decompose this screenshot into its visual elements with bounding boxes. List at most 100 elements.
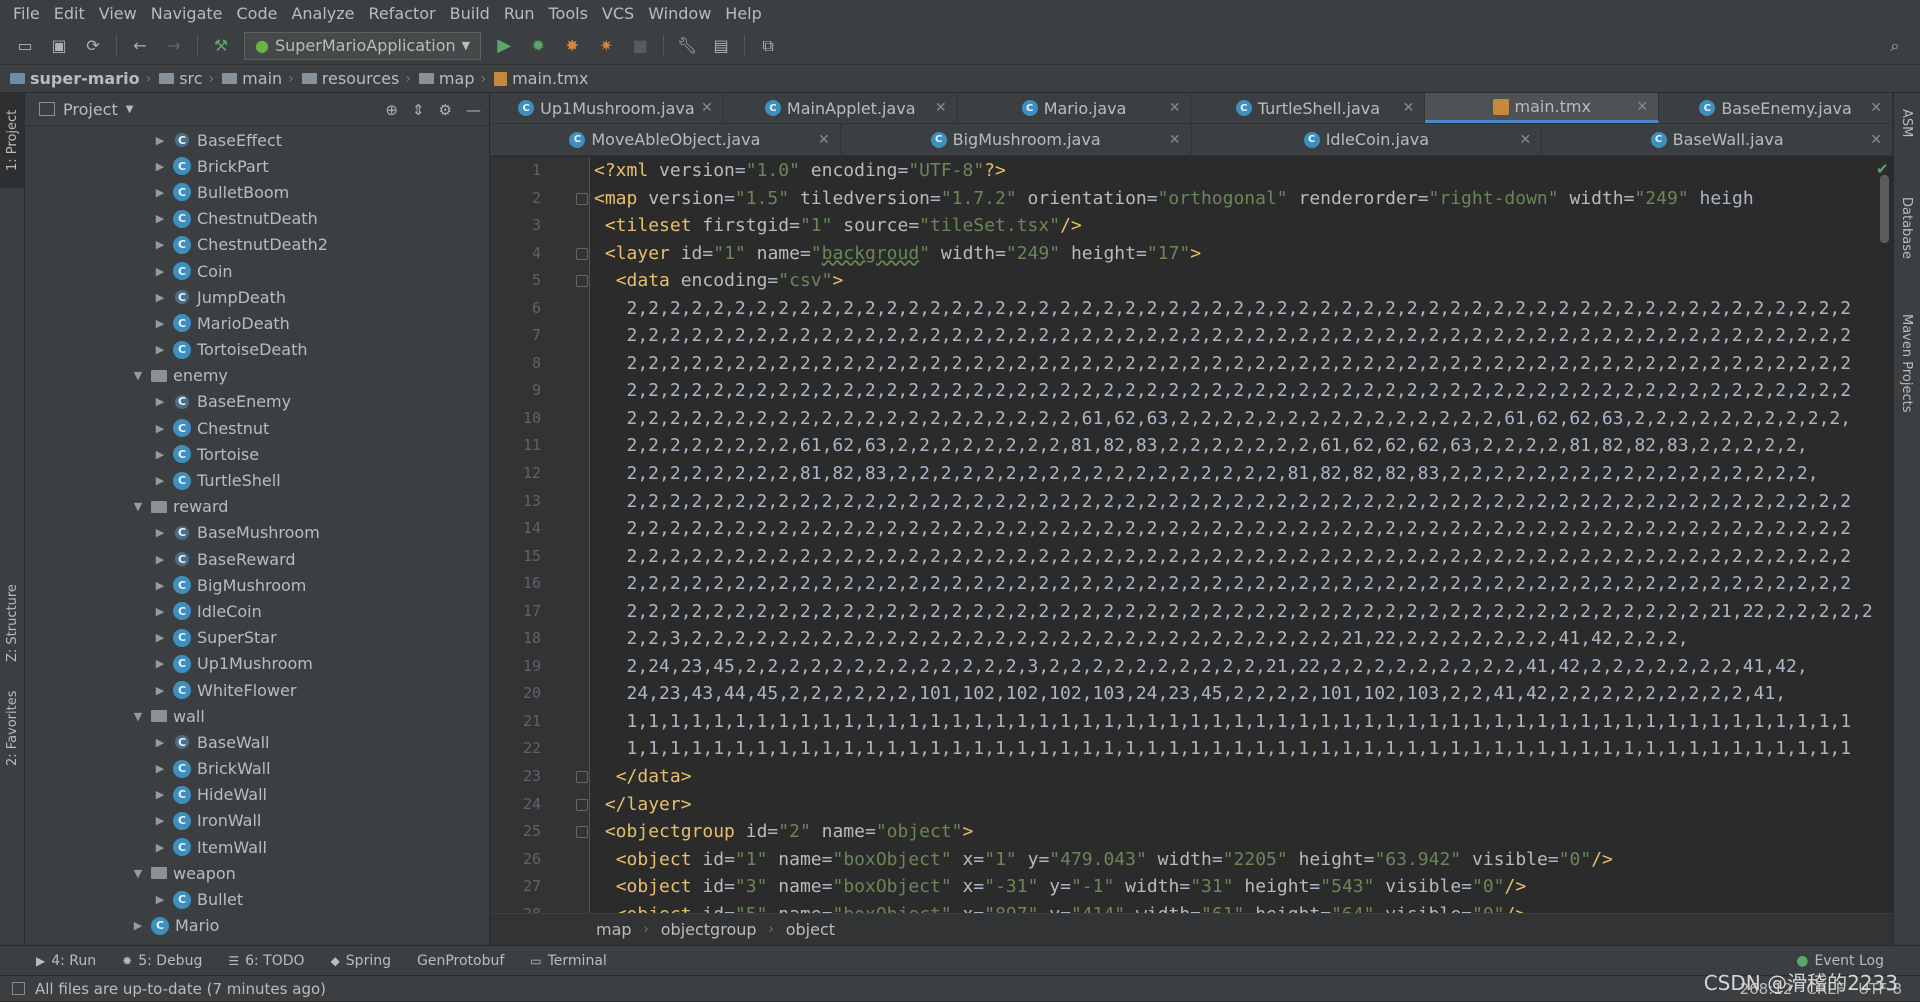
tree-class-node[interactable]: ▶ C IronWall xyxy=(25,808,480,834)
code-line[interactable]: <objectgroup id="2" name="object"> xyxy=(594,818,1892,846)
code-line[interactable]: 2,24,23,45,2,2,2,2,2,2,2,2,2,2,2,2,2,3,2… xyxy=(594,653,1892,681)
chevron-right-icon[interactable]: ▶ xyxy=(153,395,167,408)
close-icon[interactable]: ✕ xyxy=(1870,100,1882,116)
menu-build[interactable]: Build xyxy=(443,0,497,27)
tree-class-node[interactable]: ▶ C BigMushroom xyxy=(25,572,480,598)
close-icon[interactable]: ✕ xyxy=(1636,99,1648,115)
editor-tab[interactable]: C MoveAbleObject.java ✕ xyxy=(490,124,841,155)
close-icon[interactable]: ✕ xyxy=(1870,132,1882,148)
run-config-selector[interactable]: ● SuperMarioApplication ▼ xyxy=(244,31,482,60)
tool-window-tab[interactable]: ✹ 5: Debug xyxy=(122,953,202,969)
editor-tab[interactable]: main.tmx ✕ xyxy=(1425,93,1660,123)
sync-icon[interactable]: ⟳ xyxy=(80,33,106,59)
chevron-right-icon[interactable]: ▶ xyxy=(153,134,167,147)
xml-breadcrumb-item[interactable]: objectgroup xyxy=(661,920,757,939)
breadcrumb-item[interactable]: src xyxy=(159,69,203,88)
back-icon[interactable]: ← xyxy=(127,33,153,59)
project-panel-title[interactable]: Project xyxy=(63,100,118,119)
tree-class-node[interactable]: ▶ C BulletBoom xyxy=(25,179,480,205)
editor-tab[interactable]: C BaseEnemy.java ✕ xyxy=(1659,93,1893,123)
build-hammer-icon[interactable]: ⚒ xyxy=(208,33,234,59)
fold-marker-icon[interactable] xyxy=(576,798,588,811)
chevron-down-icon[interactable]: ▼ xyxy=(131,867,145,880)
code-line[interactable]: 2,2,2,2,2,2,2,2,2,2,2,2,2,2,2,2,2,2,2,2,… xyxy=(594,350,1892,378)
fold-marker-icon[interactable] xyxy=(576,826,588,839)
debug-icon[interactable]: ✹ xyxy=(525,33,551,59)
tool-window-tab[interactable]: ▭ Terminal xyxy=(530,953,607,969)
menu-refactor[interactable]: Refactor xyxy=(362,0,443,27)
chevron-down-icon[interactable]: ▼ xyxy=(131,710,145,723)
code-line[interactable]: <map version="1.5" tiledversion="1.7.2" … xyxy=(594,185,1892,213)
chevron-down-icon[interactable]: ▼ xyxy=(131,369,145,382)
menu-navigate[interactable]: Navigate xyxy=(144,0,230,27)
editor-tab[interactable]: C BigMushroom.java ✕ xyxy=(841,124,1192,155)
tree-class-node[interactable]: ▶ C HideWall xyxy=(25,782,480,808)
menu-help[interactable]: Help xyxy=(718,0,768,27)
chevron-right-icon[interactable]: ▶ xyxy=(153,814,167,827)
chevron-right-icon[interactable]: ▶ xyxy=(153,422,167,435)
breadcrumb-item[interactable]: main xyxy=(222,69,282,88)
close-icon[interactable]: ✕ xyxy=(818,132,830,148)
chevron-right-icon[interactable]: ▶ xyxy=(153,762,167,775)
tree-class-node[interactable]: ▶ C BaseEnemy xyxy=(25,389,480,415)
tool-window-tab[interactable]: ◆ Spring xyxy=(331,953,391,969)
chevron-right-icon[interactable]: ▶ xyxy=(153,605,167,618)
breadcrumb-item[interactable]: super-mario xyxy=(10,69,140,88)
tree-class-node[interactable]: ▶ C ChestnutDeath2 xyxy=(25,232,480,258)
tree-class-node[interactable]: ▶ C BaseReward xyxy=(25,546,480,572)
code-line[interactable]: 2,2,2,2,2,2,2,2,2,2,2,2,2,2,2,2,2,2,2,2,… xyxy=(594,570,1892,598)
code-line[interactable]: 2,2,2,2,2,2,2,2,81,82,83,2,2,2,2,2,2,2,2… xyxy=(594,460,1892,488)
chevron-right-icon[interactable]: ▶ xyxy=(153,265,167,278)
fold-marker-icon[interactable] xyxy=(576,247,588,260)
chevron-right-icon[interactable]: ▶ xyxy=(153,579,167,592)
tree-class-node[interactable]: ▶ C SuperStar xyxy=(25,625,480,651)
code-line[interactable]: <tileset firstgid="1" source="tileSet.ts… xyxy=(594,212,1892,240)
code-line[interactable]: <object id="1" name="boxObject" x="1" y=… xyxy=(594,846,1892,874)
tab-asm[interactable]: ASM xyxy=(1894,93,1919,153)
code-line[interactable]: <object id="3" name="boxObject" x="-31" … xyxy=(594,873,1892,901)
code-line[interactable]: 2,2,3,2,2,2,2,2,2,2,2,2,2,2,2,2,2,2,2,2,… xyxy=(594,625,1892,653)
code-line[interactable]: 2,2,2,2,2,2,2,2,2,2,2,2,2,2,2,2,2,2,2,2,… xyxy=(594,322,1892,350)
breadcrumb-item[interactable]: resources xyxy=(301,69,399,88)
close-icon[interactable]: ✕ xyxy=(1403,100,1415,116)
tab-database[interactable]: Database xyxy=(1894,183,1919,273)
locate-icon[interactable]: ⊕ xyxy=(385,101,398,119)
tree-package-node[interactable]: ▼ enemy xyxy=(25,363,480,389)
coverage-icon[interactable]: ✸ xyxy=(559,33,585,59)
chevron-right-icon[interactable]: ▶ xyxy=(153,893,167,906)
close-icon[interactable]: ✕ xyxy=(1520,132,1532,148)
chevron-right-icon[interactable]: ▶ xyxy=(153,160,167,173)
sdk-manager-icon[interactable]: ⧉ xyxy=(755,33,781,59)
tree-package-node[interactable]: ▼ reward xyxy=(25,494,480,520)
code-line[interactable]: 2,2,2,2,2,2,2,2,2,2,2,2,2,2,2,2,2,2,2,2,… xyxy=(594,515,1892,543)
run-icon[interactable]: ▶ xyxy=(491,33,517,59)
search-icon[interactable]: ⌕ xyxy=(1882,33,1908,59)
tree-class-node[interactable]: ▶ C IdleCoin xyxy=(25,598,480,624)
chevron-right-icon[interactable]: ▶ xyxy=(153,526,167,539)
chevron-right-icon[interactable]: ▶ xyxy=(153,291,167,304)
editor-tab[interactable]: C Up1Mushroom.java ✕ xyxy=(490,93,724,123)
chevron-right-icon[interactable]: ▶ xyxy=(153,343,167,356)
editor-scrollbar[interactable] xyxy=(1880,175,1889,243)
tree-class-node[interactable]: ▶ C BrickPart xyxy=(25,153,480,179)
code-line[interactable]: </layer> xyxy=(594,791,1892,819)
tree-class-node[interactable]: ▶ C BaseWall xyxy=(25,729,480,755)
tree-package-node[interactable]: ▼ wall xyxy=(25,703,480,729)
editor-tab[interactable]: C BaseWall.java ✕ xyxy=(1542,124,1893,155)
chevron-right-icon[interactable]: ▶ xyxy=(153,841,167,854)
save-icon[interactable]: ▣ xyxy=(46,33,72,59)
tree-class-node[interactable]: ▶ C TortoiseDeath xyxy=(25,337,480,363)
collapse-all-icon[interactable]: ⇕ xyxy=(412,101,425,119)
stop-icon[interactable]: ■ xyxy=(627,33,653,59)
code-editor[interactable]: <?xml version="1.0" encoding="UTF-8"?> <m… xyxy=(594,157,1892,913)
chevron-right-icon[interactable]: ▶ xyxy=(153,474,167,487)
fold-marker-icon[interactable] xyxy=(576,275,588,288)
tree-class-node[interactable]: ▶ C MarioDeath xyxy=(25,310,480,336)
menu-window[interactable]: Window xyxy=(641,0,718,27)
tab-favorites[interactable]: 2: Favorites xyxy=(0,683,25,773)
fold-marker-icon[interactable] xyxy=(576,771,588,784)
editor-tab[interactable]: C Mario.java ✕ xyxy=(958,93,1192,123)
tree-class-node[interactable]: ▶ C JumpDeath xyxy=(25,284,480,310)
fold-marker-icon[interactable] xyxy=(576,192,588,205)
menu-view[interactable]: View xyxy=(92,0,144,27)
